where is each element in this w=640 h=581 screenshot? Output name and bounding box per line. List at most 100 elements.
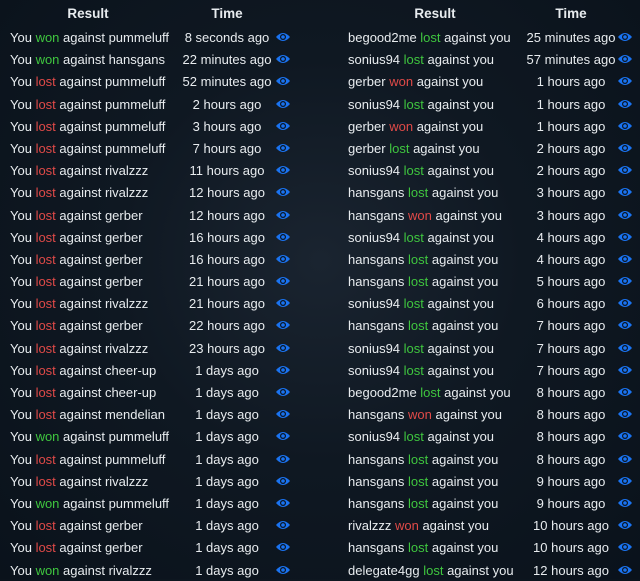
view-replay-eye-icon[interactable] xyxy=(275,231,291,243)
opponent-text: against you xyxy=(427,429,495,445)
match-result: sonius94 lost against you xyxy=(348,163,494,178)
player-name: You xyxy=(10,385,32,400)
view-replay-eye-icon[interactable] xyxy=(617,475,633,487)
view-replay-eye-icon[interactable] xyxy=(275,430,291,442)
table-header: Result Time xyxy=(320,0,640,26)
view-replay-eye-icon[interactable] xyxy=(275,120,291,132)
match-time: 1 days ago xyxy=(195,562,259,578)
view-replay-eye-icon[interactable] xyxy=(275,519,291,531)
match-result: You lost against pummeluff xyxy=(10,119,165,134)
player-name: hansgans xyxy=(348,407,405,423)
match-row: sonius94 lost against you 7 hours ago xyxy=(320,337,640,359)
match-result: You lost against rivalzzz xyxy=(10,474,148,489)
opponent-text: against rivalzzz xyxy=(59,340,149,356)
view-replay-eye-icon[interactable] xyxy=(617,430,633,442)
view-replay-eye-icon[interactable] xyxy=(617,253,633,265)
match-result: hansgans lost against you xyxy=(348,185,498,200)
player-name: sonius94 xyxy=(348,362,401,378)
view-replay-eye-icon[interactable] xyxy=(617,564,633,576)
match-row: You lost against rivalzzz 11 hours ago xyxy=(0,159,320,181)
view-replay-eye-icon[interactable] xyxy=(275,319,291,331)
result-verb: won xyxy=(35,52,60,68)
result-verb: lost xyxy=(403,229,424,245)
opponent-text: against you xyxy=(431,473,499,489)
match-time: 2 hours ago xyxy=(192,96,262,112)
result-verb: lost xyxy=(35,251,56,267)
view-replay-eye-icon[interactable] xyxy=(275,453,291,465)
view-replay-eye-icon[interactable] xyxy=(617,164,633,176)
match-result: You lost against gerber xyxy=(10,274,143,289)
match-time: 7 hours ago xyxy=(192,140,262,156)
view-replay-eye-icon[interactable] xyxy=(617,209,633,221)
view-replay-eye-icon[interactable] xyxy=(275,275,291,287)
view-replay-eye-icon[interactable] xyxy=(275,75,291,87)
match-row: You lost against gerber 1 days ago xyxy=(0,514,320,536)
match-result: You lost against rivalzzz xyxy=(10,185,148,200)
view-replay-eye-icon[interactable] xyxy=(617,231,633,243)
view-replay-eye-icon[interactable] xyxy=(617,53,633,65)
view-replay-eye-icon[interactable] xyxy=(275,386,291,398)
match-result: hansgans lost against you xyxy=(348,452,498,467)
view-replay-eye-icon[interactable] xyxy=(275,497,291,509)
match-time: 9 hours ago xyxy=(536,473,606,489)
view-replay-eye-icon[interactable] xyxy=(617,275,633,287)
view-replay-eye-icon[interactable] xyxy=(275,342,291,354)
opponent-text: against hansgans xyxy=(63,52,165,68)
view-replay-eye-icon[interactable] xyxy=(617,364,633,376)
result-verb: lost xyxy=(35,540,56,556)
match-time: 8 hours ago xyxy=(536,407,606,423)
view-replay-eye-icon[interactable] xyxy=(275,564,291,576)
view-replay-eye-icon[interactable] xyxy=(617,186,633,198)
opponent-text: against pummeluff xyxy=(59,96,166,112)
view-replay-eye-icon[interactable] xyxy=(275,98,291,110)
view-replay-eye-icon[interactable] xyxy=(617,120,633,132)
view-replay-eye-icon[interactable] xyxy=(617,31,633,43)
player-name: begood2me xyxy=(348,30,417,45)
opponent-text: against you xyxy=(427,163,495,179)
result-verb: lost xyxy=(408,185,429,201)
view-replay-eye-icon[interactable] xyxy=(275,53,291,65)
view-replay-eye-icon[interactable] xyxy=(617,519,633,531)
view-replay-eye-icon[interactable] xyxy=(617,497,633,509)
view-replay-eye-icon[interactable] xyxy=(275,186,291,198)
view-replay-eye-icon[interactable] xyxy=(617,541,633,553)
view-replay-eye-icon[interactable] xyxy=(617,453,633,465)
opponent-text: against you xyxy=(427,96,495,112)
result-verb: lost xyxy=(403,362,424,378)
view-replay-eye-icon[interactable] xyxy=(617,98,633,110)
match-time: 8 seconds ago xyxy=(184,30,270,45)
match-row: hansgans won against you 3 hours ago xyxy=(320,204,640,226)
match-row: You lost against cheer-up 1 days ago xyxy=(0,381,320,403)
view-replay-eye-icon[interactable] xyxy=(275,164,291,176)
view-replay-eye-icon[interactable] xyxy=(617,75,633,87)
player-name: delegate4gg xyxy=(348,562,420,578)
match-row: sonius94 lost against you 8 hours ago xyxy=(320,425,640,447)
match-row: You lost against gerber 12 hours ago xyxy=(0,204,320,226)
view-replay-eye-icon[interactable] xyxy=(275,541,291,553)
view-replay-eye-icon[interactable] xyxy=(275,31,291,43)
view-replay-eye-icon[interactable] xyxy=(275,297,291,309)
view-replay-eye-icon[interactable] xyxy=(275,408,291,420)
match-time: 57 minutes ago xyxy=(526,52,616,68)
view-replay-eye-icon[interactable] xyxy=(617,386,633,398)
view-replay-eye-icon[interactable] xyxy=(275,253,291,265)
result-verb: lost xyxy=(35,362,56,378)
view-replay-eye-icon[interactable] xyxy=(617,142,633,154)
view-replay-eye-icon[interactable] xyxy=(275,364,291,376)
opponent-text: against you xyxy=(416,74,484,90)
match-row: You lost against pummeluff 3 hours ago xyxy=(0,115,320,137)
view-replay-eye-icon[interactable] xyxy=(275,142,291,154)
result-verb: lost xyxy=(403,52,424,68)
view-replay-eye-icon[interactable] xyxy=(617,342,633,354)
match-result: sonius94 lost against you xyxy=(348,97,494,112)
view-replay-eye-icon[interactable] xyxy=(275,209,291,221)
player-name: gerber xyxy=(348,118,386,134)
match-result: You lost against mendelian xyxy=(10,407,165,422)
result-verb: won xyxy=(35,429,60,445)
match-result: gerber won against you xyxy=(348,119,483,134)
view-replay-eye-icon[interactable] xyxy=(617,408,633,420)
view-replay-eye-icon[interactable] xyxy=(617,319,633,331)
result-verb: won xyxy=(394,518,419,534)
view-replay-eye-icon[interactable] xyxy=(617,297,633,309)
view-replay-eye-icon[interactable] xyxy=(275,475,291,487)
